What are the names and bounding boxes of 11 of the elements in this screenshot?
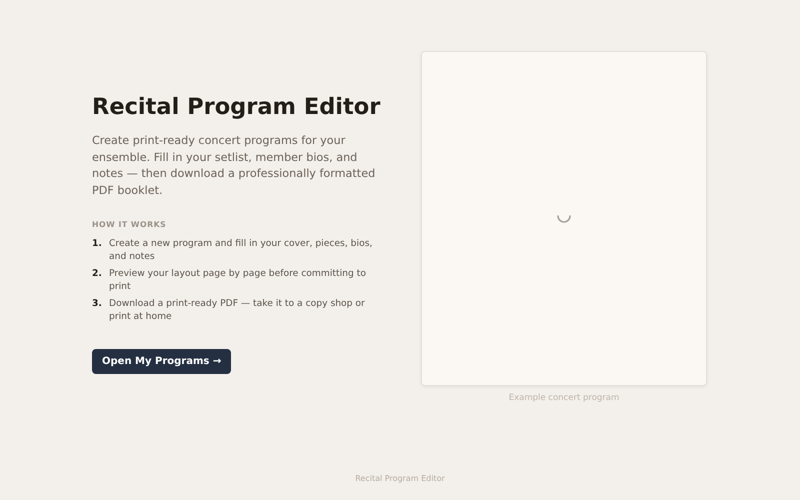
open-programs-button[interactable]: Open My Programs →: [92, 349, 232, 374]
step-text: Create a new program and fill in your cover, pieces, bios, and notes: [109, 238, 374, 264]
description: Create print-ready concert programs for your ensemble. Fill in your setlist, member bios, and notes — then download a professionally formatted PDF booklet.: [92, 133, 376, 199]
step-text: Download a print-ready PDF — take it to a copy shop or print at home: [109, 298, 366, 324]
step-text: Preview your layout page by page before committing to print: [109, 268, 367, 294]
footer-text: Recital Program Editor: [354, 473, 446, 485]
step-number: 1.: [92, 238, 103, 252]
step-number: 3.: [92, 298, 103, 312]
page-title: Recital Program Editor: [92, 93, 381, 121]
step-number: 2.: [92, 268, 103, 282]
preview-caption: Example concert program: [508, 392, 620, 405]
